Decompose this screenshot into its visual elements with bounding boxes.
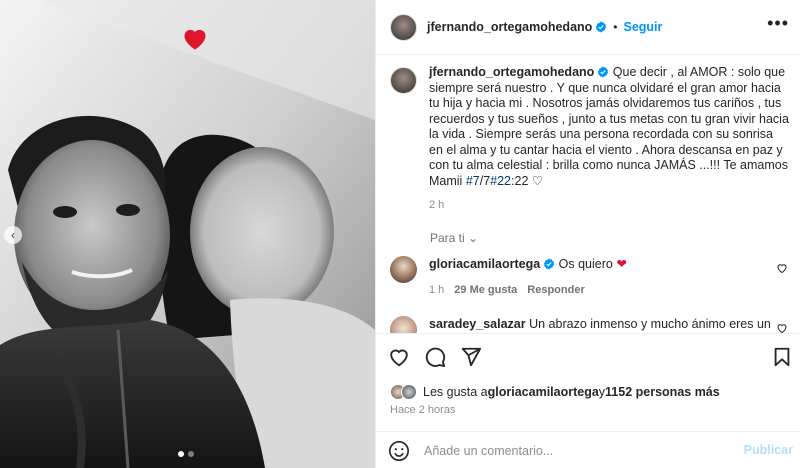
bookmark-icon[interactable] (771, 346, 793, 368)
caption-author-avatar[interactable] (390, 67, 417, 94)
caption-timestamp[interactable]: 2 h (429, 198, 789, 214)
carousel-indicator (178, 451, 194, 457)
hashtag-link[interactable]: #7 (466, 174, 480, 188)
comment-like-count[interactable]: 29 Me gusta (454, 284, 517, 296)
publish-button[interactable]: Publicar (744, 443, 793, 457)
caption-text: Que decir , al AMOR : solo que siempre s… (429, 65, 789, 188)
comment-composer: Añade un comentario... Publicar (376, 431, 800, 468)
liker-username[interactable]: gloriacamilaortega (488, 385, 599, 399)
action-icons (388, 346, 482, 368)
comment-like-icon[interactable] (776, 322, 788, 333)
verified-badge-icon (596, 21, 607, 33)
white-heart-icon: ♡ (531, 173, 544, 188)
commenter-avatar[interactable] (390, 316, 417, 333)
likes-summary[interactable]: Les gusta a gloriacamilaortega y 1152 pe… (390, 384, 720, 400)
comment-like-icon[interactable] (776, 262, 788, 274)
post-media[interactable]: ‹ (0, 0, 375, 468)
reply-button[interactable]: Responder (527, 284, 584, 296)
hashtag-link[interactable]: #22 (490, 174, 511, 188)
post-dialog: ‹ jfernando_ortegamohedano • Seguir ••• … (0, 0, 800, 468)
comment-bubble-icon[interactable] (424, 346, 446, 368)
commenter-username[interactable]: saradey_salazar (429, 317, 526, 331)
verified-badge-icon (543, 258, 555, 270)
comment-item: saradey_salazar Un abrazo inmenso y much… (390, 316, 790, 333)
red-heart-icon (184, 30, 206, 50)
caption-text-sep: /7 (479, 173, 491, 188)
carousel-dot (188, 451, 194, 457)
previous-slide-icon[interactable]: ‹ (4, 226, 22, 244)
caption-author-username[interactable]: jfernando_ortegamohedano (429, 65, 594, 79)
comment-timestamp[interactable]: 1 h (429, 284, 444, 296)
post-header: jfernando_ortegamohedano • Seguir ••• (376, 0, 800, 55)
separator-dot: • (613, 20, 618, 34)
caption-body: jfernando_ortegamohedano Que decir , al … (429, 65, 789, 214)
chevron-down-icon: ⌄ (468, 231, 479, 245)
emoji-picker-icon[interactable] (388, 440, 410, 462)
comment-sort-label: Para ti (430, 231, 465, 245)
follow-button[interactable]: Seguir (624, 20, 663, 34)
carousel-dot (178, 451, 184, 457)
verified-badge-icon (598, 66, 609, 78)
comment-item: gloriacamilaortega Os quiero ❤ 1 h 29 Me … (390, 256, 790, 298)
post-caption: jfernando_ortegamohedano Que decir , al … (390, 65, 790, 214)
author-avatar[interactable] (390, 13, 417, 41)
liker-avatars (390, 384, 417, 400)
comment-text: Os quiero (558, 257, 617, 271)
liker-avatar (401, 384, 417, 400)
comment-sort-dropdown[interactable]: Para ti ⌄ (430, 231, 478, 245)
comments-section[interactable]: jfernando_ortegamohedano Que decir , al … (376, 55, 800, 333)
post-timestamp[interactable]: Hace 2 horas (390, 404, 455, 416)
caption-text-end: :22 (511, 173, 532, 188)
post-actions: Les gusta a gloriacamilaortega y 1152 pe… (376, 333, 800, 468)
comment-text: Un abrazo inmenso y mucho ánimo eres un (529, 317, 771, 331)
like-heart-icon[interactable] (388, 346, 410, 368)
commenter-avatar[interactable] (390, 256, 417, 283)
likes-prefix: Les gusta a (423, 385, 488, 399)
commenter-username[interactable]: gloriacamilaortega (429, 257, 540, 271)
share-paper-plane-icon[interactable] (460, 346, 482, 368)
comment-body: saradey_salazar Un abrazo inmenso y much… (429, 316, 771, 333)
more-options-icon[interactable]: ••• (767, 14, 789, 32)
likes-count[interactable]: 1152 personas más (605, 385, 720, 399)
comment-body: gloriacamilaortega Os quiero ❤ 1 h 29 Me … (429, 256, 627, 298)
author-username[interactable]: jfernando_ortegamohedano (427, 20, 592, 34)
comment-meta: 1 h 29 Me gusta Responder (429, 282, 627, 298)
red-heart-emoji: ❤ (616, 257, 627, 271)
post-photo (0, 0, 375, 468)
post-sidebar: jfernando_ortegamohedano • Seguir ••• jf… (375, 0, 800, 468)
